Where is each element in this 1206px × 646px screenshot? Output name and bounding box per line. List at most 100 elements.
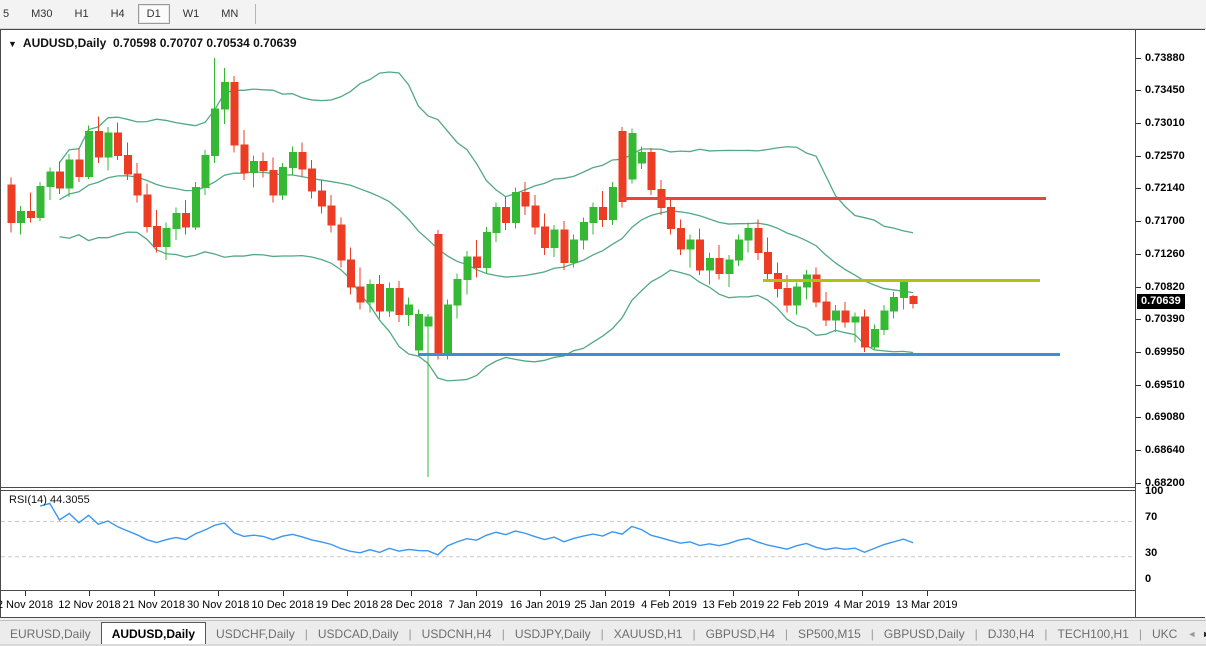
price-tick: [1136, 188, 1141, 189]
candle: [648, 148, 655, 195]
candle: [357, 268, 364, 310]
price-tick-label: 0.73450: [1145, 84, 1185, 96]
candle: [629, 128, 636, 183]
rsi-indicator-pane[interactable]: [1, 491, 1135, 591]
candle: [803, 270, 810, 300]
tab-scroll-right-button[interactable]: ►: [1202, 629, 1206, 639]
candle: [823, 292, 830, 326]
candle: [425, 314, 432, 477]
tab-usdchf-daily[interactable]: USDCHF,Daily: [206, 623, 305, 645]
tab-gbpusd-h4[interactable]: GBPUSD,H4: [696, 623, 785, 645]
date-tick: [347, 591, 348, 596]
price-tick: [1136, 385, 1141, 386]
date-tick-label: 7 Jan 2019: [449, 599, 503, 611]
candle: [348, 247, 355, 294]
tab-dj30-h4[interactable]: DJ30,H4: [978, 623, 1045, 645]
candle: [765, 238, 772, 280]
date-tick-label: 28 Dec 2018: [380, 599, 442, 611]
tab-audusd-daily[interactable]: AUDUSD,Daily: [101, 622, 206, 646]
candle: [105, 127, 112, 170]
timeframe-toolbar: 5M30H1H4D1W1MN: [0, 0, 1206, 29]
candle: [900, 280, 907, 310]
date-tick: [927, 591, 928, 596]
candle: [862, 309, 869, 352]
tab-gbpusd-daily[interactable]: GBPUSD,Daily: [874, 623, 975, 645]
date-axis[interactable]: 2 Nov 201812 Nov 201821 Nov 201830 Nov 2…: [1, 591, 1135, 617]
timeframe-button-5[interactable]: 5: [0, 4, 18, 24]
tab-scroll-left-button[interactable]: ◄: [1187, 629, 1196, 639]
date-tick-label: 4 Feb 2019: [641, 599, 697, 611]
price-tick-label: 0.72140: [1145, 182, 1185, 194]
candle: [503, 197, 510, 230]
candle: [561, 221, 568, 270]
ohlc-high: 0.70707: [160, 36, 203, 50]
candle: [726, 255, 733, 287]
toolbar-separator: [255, 4, 256, 24]
candlestick-chart[interactable]: [1, 30, 1135, 487]
tab-ukc[interactable]: UKC: [1142, 623, 1187, 645]
price-tick-label: 0.71260: [1145, 248, 1185, 260]
timeframe-button-h1[interactable]: H1: [66, 4, 98, 24]
candle: [212, 58, 219, 163]
candle: [183, 200, 190, 234]
candle: [833, 305, 840, 332]
rsi-scale-label: 70: [1145, 511, 1157, 523]
candle: [144, 184, 151, 233]
timeframe-button-d1[interactable]: D1: [138, 4, 170, 24]
candle: [813, 268, 820, 308]
tab-xauusd-h1[interactable]: XAUUSD,H1: [604, 623, 693, 645]
tab-usdcnh-h4[interactable]: USDCNH,H4: [412, 623, 502, 645]
candle: [910, 295, 917, 308]
timeframe-button-h4[interactable]: H4: [102, 4, 134, 24]
chart-window[interactable]: ▼AUDUSD,Daily 0.70598 0.70707 0.70534 0.…: [0, 29, 1205, 618]
tab-usdcad-daily[interactable]: USDCAD,Daily: [308, 623, 409, 645]
candle: [493, 202, 500, 242]
candle: [736, 235, 743, 266]
candle: [668, 199, 675, 235]
current-price-badge: 0.70639: [1137, 294, 1185, 309]
candle: [173, 208, 180, 240]
rsi-value: 44.3055: [50, 494, 90, 506]
tab-tech100-h1[interactable]: TECH100,H1: [1048, 623, 1139, 645]
timeframe-button-mn[interactable]: MN: [212, 4, 247, 24]
price-tick: [1136, 352, 1141, 353]
candle: [716, 245, 723, 279]
date-tick-label: 25 Jan 2019: [574, 599, 635, 611]
chart-dropdown-arrow-icon[interactable]: ▼: [8, 39, 17, 49]
ohlc-close: 0.70639: [253, 36, 296, 50]
candle: [66, 154, 73, 197]
price-tick: [1136, 287, 1141, 288]
candle: [687, 235, 694, 268]
candle: [755, 220, 762, 260]
price-tick: [1136, 123, 1141, 124]
date-tick-label: 4 Mar 2019: [834, 599, 890, 611]
tab-eurusd-daily[interactable]: EURUSD,Daily: [0, 623, 101, 645]
chart-symbol: AUDUSD,Daily: [23, 36, 106, 50]
candle: [260, 152, 267, 177]
timeframe-button-m30[interactable]: M30: [22, 4, 61, 24]
date-tick: [605, 591, 606, 596]
candle: [600, 191, 607, 227]
candles: [8, 58, 917, 477]
candle: [134, 163, 141, 203]
candle: [47, 167, 54, 200]
tab-sp500-m15[interactable]: SP500,M15: [788, 623, 871, 645]
price-tick-label: 0.70820: [1145, 281, 1185, 293]
candle: [124, 143, 131, 180]
price-axis[interactable]: 0.738800.734500.730100.725700.721400.717…: [1135, 30, 1206, 617]
price-tick-label: 0.69950: [1145, 346, 1185, 358]
price-tick-label: 0.69080: [1145, 411, 1185, 423]
price-tick-label: 0.70390: [1145, 313, 1185, 325]
candle: [871, 324, 878, 349]
candle: [192, 182, 199, 230]
date-tick: [411, 591, 412, 596]
price-tick: [1136, 221, 1141, 222]
date-tick-label: 13 Feb 2019: [703, 599, 765, 611]
candle: [289, 146, 296, 174]
timeframe-button-w1[interactable]: W1: [174, 4, 209, 24]
candle: [377, 275, 384, 318]
price-tick-label: 0.73010: [1145, 117, 1185, 129]
candle: [794, 282, 801, 314]
tab-usdjpy-daily[interactable]: USDJPY,Daily: [505, 623, 601, 645]
candle: [483, 227, 490, 273]
